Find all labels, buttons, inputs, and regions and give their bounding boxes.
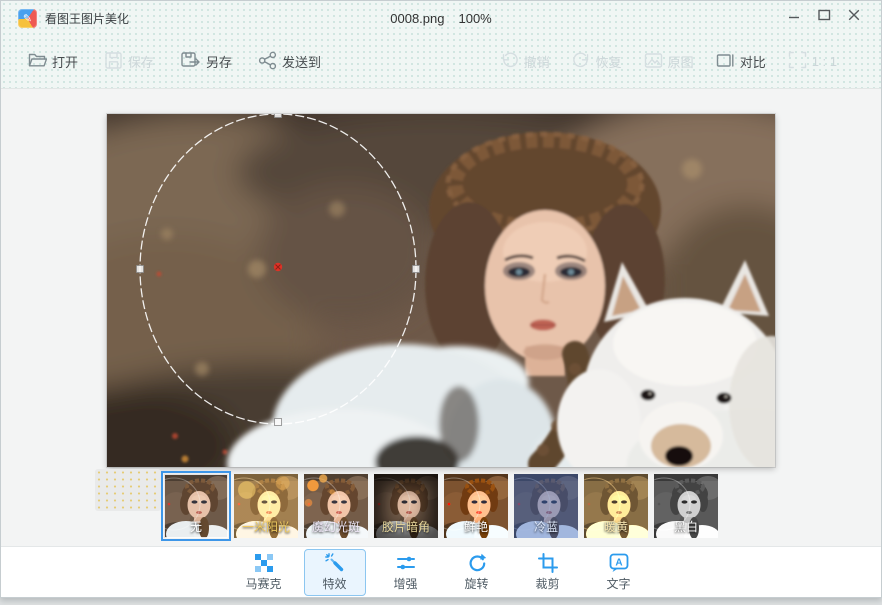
redo-label: 恢复 [596,52,622,71]
selection-handle-left[interactable] [137,266,144,273]
selection-handle-right[interactable] [413,266,420,273]
compare-button[interactable]: 对比 [716,51,766,73]
compare-icon [716,51,735,73]
maximize-icon [818,8,831,26]
filter-preview-image [304,474,368,538]
share-icon [258,51,277,73]
filter-thumb-warm-yellow[interactable]: 暖黄 [584,474,648,538]
filter-thumb-sunshine[interactable]: 一米阳光 [234,474,298,538]
mosaic-tool-button[interactable]: 马赛克 [233,549,295,596]
title-bar: ✎ 看图王图片美化 0008.png 100% [1,1,881,35]
app-window: ✎ 看图王图片美化 0008.png 100% [0,0,882,598]
zoom-level: 100% [458,11,491,26]
original-image-icon [644,51,663,73]
app-title: 看图王图片美化 [45,10,129,27]
save-button[interactable]: 保存 [104,51,154,73]
send-to-label: 发送到 [282,52,321,71]
crop-label: 裁剪 [535,575,559,592]
effects-tool-button[interactable]: 特效 [304,549,366,596]
enhance-tool-button[interactable]: 增强 [375,549,437,596]
filter-thumb-cold-blue[interactable]: 冷蓝 [514,474,578,538]
close-icon [848,8,860,26]
redo-button[interactable]: 恢复 [572,51,622,73]
enhance-sliders-icon [396,553,416,573]
rotate-label: 旋转 [464,575,488,592]
filter-preview-image [584,474,648,538]
filter-preview-image [444,474,508,538]
svg-text:A: A [615,557,622,568]
folder-open-icon [28,51,47,73]
save-as-label: 另存 [206,52,232,71]
filter-thumb-black-white[interactable]: 黑白 [654,474,718,538]
file-name: 0008.png [390,11,444,26]
selection-handle-bottom[interactable] [275,419,282,426]
save-label: 保存 [128,52,154,71]
main-toolbar: 打开 保存 另存 发送到 撤销 [1,35,881,88]
original-image-button[interactable]: 原图 [644,51,694,73]
bottom-toolbar: 马赛克 特效 增强 旋转 裁剪 A 文字 [1,546,881,597]
effects-label: 特效 [322,575,346,592]
undo-label: 撤销 [524,52,550,71]
crop-tool-button[interactable]: 裁剪 [517,549,579,596]
toolbar-left-group: 打开 保存 另存 发送到 [1,51,321,73]
header: ✎ 看图王图片美化 0008.png 100% [1,1,881,89]
one-to-one-icon [788,51,807,72]
save-as-icon [180,51,201,73]
magic-wand-icon [325,553,345,573]
actual-size-label: 1 : 1 [812,54,837,69]
text-label: 文字 [606,575,630,592]
document-info: 0008.png 100% [390,1,491,35]
filter-thumb-vivid[interactable]: 鲜艳 [444,474,508,538]
undo-icon [500,51,519,73]
filter-thumb-magic-bokeh[interactable]: 魔幻光斑 [304,474,368,538]
close-button[interactable] [839,5,869,29]
filter-preview-image [514,474,578,538]
crop-icon [538,553,558,573]
enhance-label: 增强 [393,575,417,592]
filter-thumb-none[interactable]: 无 [164,474,228,538]
selection-handle-top[interactable] [275,114,282,118]
text-bubble-icon: A [609,553,629,573]
filter-thumb-film-vignette[interactable]: 胶片暗角 [374,474,438,538]
minimize-icon [788,8,800,26]
rotate-tool-button[interactable]: 旋转 [446,549,508,596]
toolbar-right-group: 撤销 恢复 原图 对比 1 : 1 [500,51,881,73]
text-tool-button[interactable]: A 文字 [588,549,650,596]
mosaic-label: 马赛克 [245,575,281,592]
filter-strip: 无 一米阳光 魔幻光斑 胶片暗角 鲜艳 [1,474,881,538]
compare-label: 对比 [740,52,766,71]
original-image-label: 原图 [668,52,694,71]
filter-preview-image [374,474,438,538]
photo-image [107,114,775,467]
open-button[interactable]: 打开 [28,51,78,73]
filter-preview-image [654,474,718,538]
save-as-button[interactable]: 另存 [180,51,232,73]
maximize-button[interactable] [809,5,839,29]
mosaic-icon [254,553,274,573]
undo-button[interactable]: 撤销 [500,51,550,73]
canvas-area: 无 一米阳光 魔幻光斑 胶片暗角 鲜艳 [1,89,881,546]
photo-canvas[interactable] [107,114,775,467]
open-label: 打开 [52,52,78,71]
filter-preview-image [234,474,298,538]
redo-icon [572,51,591,73]
strip-left-decoration [95,469,161,511]
send-to-button[interactable]: 发送到 [258,51,321,73]
window-controls [779,5,869,29]
app-logo-icon: ✎ [18,9,37,28]
save-icon [104,51,123,73]
actual-size-button[interactable]: 1 : 1 [788,51,837,72]
filter-preview-image [164,474,228,538]
minimize-button[interactable] [779,5,809,29]
rotate-icon [467,553,487,573]
